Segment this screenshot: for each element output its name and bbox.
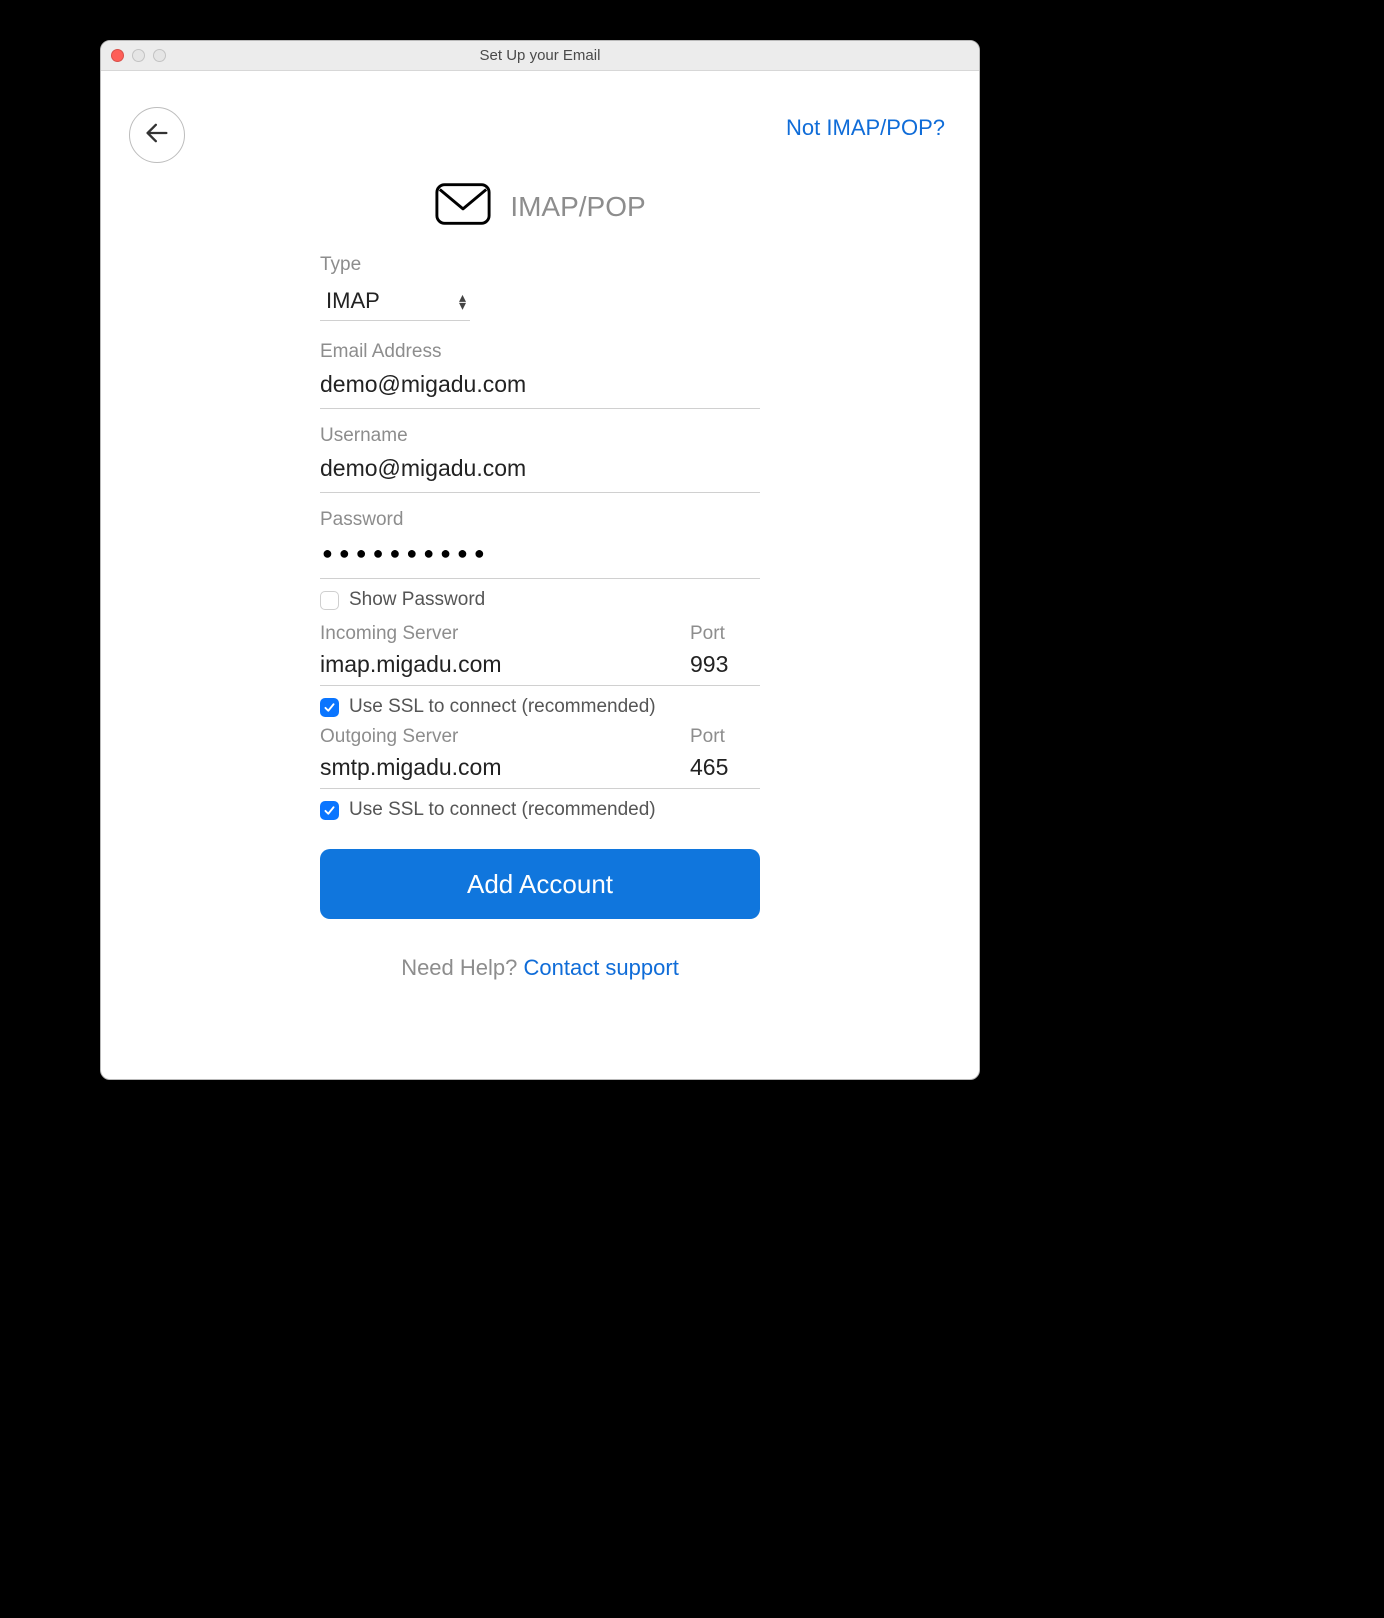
username-label: Username: [320, 425, 760, 447]
email-label: Email Address: [320, 341, 760, 363]
show-password-label: Show Password: [349, 589, 485, 611]
add-account-button[interactable]: Add Account: [320, 849, 760, 919]
envelope-icon: [434, 181, 492, 232]
type-label: Type: [320, 254, 760, 276]
incoming-ssl-label: Use SSL to connect (recommended): [349, 696, 656, 718]
password-input[interactable]: ●●●●●●●●●●: [320, 531, 760, 579]
close-window-button[interactable]: [111, 49, 124, 62]
back-button[interactable]: [129, 107, 185, 163]
account-form: Type IMAP ▴▾ Email Address Username Pass…: [320, 254, 760, 981]
email-input[interactable]: [320, 363, 760, 409]
updown-arrows-icon: ▴▾: [459, 293, 470, 309]
incoming-port-label: Port: [690, 623, 760, 645]
help-footer: Need Help? Contact support: [320, 955, 760, 981]
zoom-window-button[interactable]: [153, 49, 166, 62]
titlebar: Set Up your Email: [101, 41, 979, 71]
outgoing-ssl-checkbox[interactable]: [320, 801, 339, 820]
page-header: IMAP/POP: [101, 71, 979, 232]
arrow-left-icon: [143, 119, 171, 152]
need-help-text: Need Help?: [401, 955, 523, 980]
minimize-window-button[interactable]: [132, 49, 145, 62]
outgoing-server-input[interactable]: [320, 748, 666, 789]
type-select-value: IMAP: [326, 288, 459, 314]
show-password-checkbox[interactable]: [320, 591, 339, 610]
not-imap-pop-link[interactable]: Not IMAP/POP?: [786, 115, 945, 141]
page-title: IMAP/POP: [510, 191, 645, 223]
outgoing-port-label: Port: [690, 726, 760, 748]
outgoing-ssl-row: Use SSL to connect (recommended): [320, 799, 760, 821]
type-select[interactable]: IMAP ▴▾: [320, 282, 470, 321]
outgoing-port-input[interactable]: [690, 748, 760, 789]
window-controls: [111, 41, 166, 70]
username-input[interactable]: [320, 447, 760, 493]
incoming-ssl-checkbox[interactable]: [320, 698, 339, 717]
outgoing-ssl-label: Use SSL to connect (recommended): [349, 799, 656, 821]
contact-support-link[interactable]: Contact support: [524, 955, 679, 980]
incoming-port-input[interactable]: [690, 645, 760, 686]
password-label: Password: [320, 509, 760, 531]
incoming-server-label: Incoming Server: [320, 623, 666, 645]
show-password-row: Show Password: [320, 589, 760, 611]
incoming-server-input[interactable]: [320, 645, 666, 686]
incoming-ssl-row: Use SSL to connect (recommended): [320, 696, 760, 718]
window-title: Set Up your Email: [480, 47, 601, 64]
content-area: Not IMAP/POP? IMAP/POP Type IMAP ▴▾ Emai…: [101, 71, 979, 1079]
outgoing-server-label: Outgoing Server: [320, 726, 666, 748]
setup-email-window: Set Up your Email Not IMAP/POP? IMAP/POP: [100, 40, 980, 1080]
